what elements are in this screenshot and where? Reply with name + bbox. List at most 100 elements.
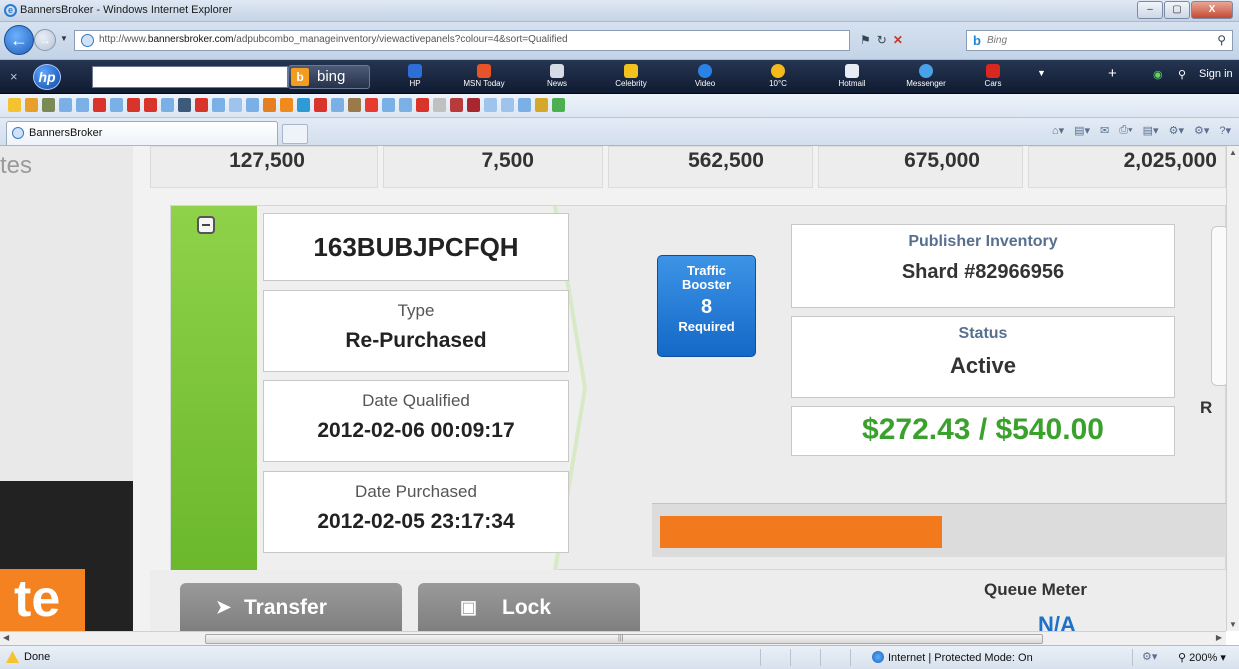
add-favorite-icon[interactable] <box>25 98 38 112</box>
fav-link-icon[interactable] <box>127 98 140 112</box>
traffic-line1: Traffic <box>686 263 726 278</box>
fav-link-icon[interactable] <box>144 98 157 112</box>
fav-link-icon[interactable] <box>314 98 327 112</box>
security-zone[interactable]: Internet | Protected Mode: On <box>872 651 1033 664</box>
close-toolbar-icon[interactable]: × <box>10 69 18 84</box>
zoom-level[interactable]: ⚲ 200% ▾ <box>1178 651 1226 664</box>
fav-link-icon[interactable] <box>297 98 310 112</box>
home-icon[interactable]: ⌂▾ <box>1052 124 1064 137</box>
fav-link-icon[interactable] <box>365 98 378 112</box>
fav-link-icon[interactable] <box>263 98 276 112</box>
fav-link-icon[interactable] <box>348 98 361 112</box>
compatibility-icon[interactable]: ⚑ <box>860 33 871 47</box>
forward-button[interactable]: → <box>34 29 56 51</box>
sign-in-link[interactable]: Sign in <box>1199 68 1233 80</box>
print-icon[interactable]: ⎙▾ <box>1119 124 1132 137</box>
traffic-line2: Booster <box>681 277 732 292</box>
fav-link-icon[interactable] <box>161 98 174 112</box>
protected-mode-icon[interactable]: ⚙▾ <box>1142 650 1157 663</box>
side-panel-tab[interactable] <box>1211 226 1226 386</box>
toolbar-item-weather[interactable]: 10°C <box>748 64 808 90</box>
fav-link-icon[interactable] <box>76 98 89 112</box>
stop-icon[interactable]: ✕ <box>893 33 903 47</box>
minimize-button[interactable]: – <box>1137 1 1163 19</box>
tab-bar: BannersBroker ⌂▾ ▤▾ ✉ ⎙▾ ▤▾ ⚙▾ ⚙▾ ?▾ <box>0 118 1239 146</box>
maximize-button[interactable]: ▢ <box>1164 1 1190 19</box>
address-field[interactable]: http://www.bannersbroker.com/adpubcombo_… <box>74 30 850 51</box>
fav-link-icon[interactable] <box>178 98 191 112</box>
fav-link-icon[interactable] <box>229 98 242 112</box>
toolbar-item-cars[interactable]: Cars <box>963 64 1023 90</box>
toolbar-more-icon[interactable]: ▼ <box>1037 68 1046 78</box>
fav-link-icon[interactable] <box>518 98 531 112</box>
fav-link-icon[interactable] <box>280 98 293 112</box>
fav-link-icon[interactable] <box>535 98 548 112</box>
scroll-down-icon[interactable]: ▼ <box>1229 620 1237 629</box>
bing-search-button[interactable]: b bing <box>288 65 370 89</box>
favorites-star-icon[interactable] <box>8 98 21 112</box>
search-icon[interactable]: ⚲ <box>1217 33 1226 47</box>
video-play-icon <box>698 64 712 78</box>
fav-link-icon[interactable] <box>195 98 208 112</box>
hp-toolbar: × hp b bing HP MSN Today News Celebrity … <box>0 60 1239 94</box>
fav-link-icon[interactable] <box>42 98 55 112</box>
sun-icon <box>771 64 785 78</box>
fav-link-icon[interactable] <box>484 98 497 112</box>
fav-link-icon[interactable] <box>467 98 480 112</box>
history-dropdown-icon[interactable]: ▼ <box>60 34 68 43</box>
shield-icon[interactable]: ◉ <box>1153 68 1163 81</box>
lock-button[interactable]: ▣ Lock <box>418 583 640 631</box>
traffic-booster-button[interactable]: Traffic Booster 8 Required <box>657 255 756 357</box>
toolbar-item-msn-today[interactable]: MSN Today <box>454 64 514 90</box>
fav-link-icon[interactable] <box>552 98 565 112</box>
url-text[interactable]: http://www.bannersbroker.com/adpubcombo_… <box>99 34 568 45</box>
fav-link-icon[interactable] <box>93 98 106 112</box>
feeds-icon[interactable]: ▤▾ <box>1074 124 1090 137</box>
toolbar-item-video[interactable]: Video <box>675 64 735 90</box>
hp-logo-icon[interactable]: hp <box>33 64 61 90</box>
fav-link-icon[interactable] <box>399 98 412 112</box>
back-button[interactable]: ← <box>4 25 34 55</box>
horizontal-scroll-thumb[interactable]: ||| <box>205 634 1043 644</box>
add-toolbar-button[interactable]: + <box>1108 65 1117 82</box>
search-box[interactable]: b Bing ⚲ <box>966 30 1233 51</box>
vertical-scrollbar[interactable]: ▲ ▼ <box>1226 146 1239 631</box>
fav-link-icon[interactable] <box>450 98 463 112</box>
safety-menu-icon[interactable]: ⚙▾ <box>1169 124 1184 137</box>
new-tab-button[interactable] <box>282 124 308 144</box>
fav-link-icon[interactable] <box>331 98 344 112</box>
horizontal-scrollbar[interactable]: ◀ ||| ▶ <box>0 631 1226 645</box>
fav-link-icon[interactable] <box>416 98 429 112</box>
search-placeholder: Bing <box>987 35 1008 46</box>
help-menu-icon[interactable]: ?▾ <box>1219 124 1231 137</box>
toolbar-item-hotmail[interactable]: Hotmail <box>822 64 882 90</box>
fav-link-icon[interactable] <box>382 98 395 112</box>
scroll-up-icon[interactable]: ▲ <box>1229 148 1237 157</box>
tools-menu-icon[interactable]: ⚙▾ <box>1194 124 1209 137</box>
toolbar-item-celebrity[interactable]: Celebrity <box>601 64 661 90</box>
refresh-icon[interactable]: ↻ <box>877 33 887 47</box>
hp-search-input[interactable] <box>92 66 288 88</box>
transfer-button[interactable]: ➤ Transfer <box>180 583 402 631</box>
toolbar-item-news[interactable]: News <box>527 64 587 90</box>
fav-link-icon[interactable] <box>433 98 446 112</box>
earnings-box: $272.43 / $540.00 <box>791 406 1175 456</box>
fav-link-icon[interactable] <box>246 98 259 112</box>
collapse-panel-button[interactable] <box>197 216 215 234</box>
fav-link-icon[interactable] <box>501 98 514 112</box>
warning-icon[interactable] <box>6 651 19 663</box>
toolbar-item-hp[interactable]: HP <box>385 64 445 90</box>
fav-link-icon[interactable] <box>110 98 123 112</box>
fav-link-icon[interactable] <box>212 98 225 112</box>
type-label: Type <box>397 301 435 320</box>
scroll-left-icon[interactable]: ◀ <box>3 633 9 642</box>
page-menu-icon[interactable]: ▤▾ <box>1143 124 1159 137</box>
close-window-button[interactable]: X <box>1191 1 1233 19</box>
scroll-right-icon[interactable]: ▶ <box>1216 633 1222 642</box>
fav-link-icon[interactable] <box>59 98 72 112</box>
tab-bannersbroker[interactable]: BannersBroker <box>6 121 278 145</box>
mail-icon[interactable]: ✉ <box>1100 124 1109 137</box>
type-value: Re-Purchased <box>345 329 487 352</box>
site-logo[interactable]: te <box>0 569 85 631</box>
toolbar-item-messenger[interactable]: Messenger <box>896 64 956 90</box>
